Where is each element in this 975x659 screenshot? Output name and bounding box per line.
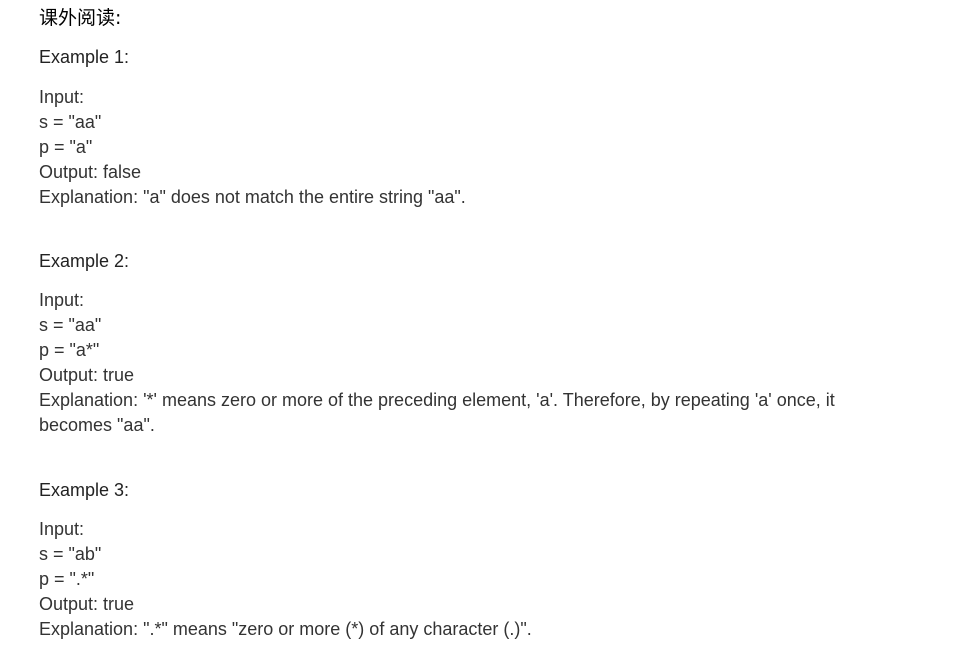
example-2-body: Input: s = "aa" p = "a*" Output: true Ex… xyxy=(39,288,899,438)
example-1-title: Example 1: xyxy=(39,47,130,67)
example-1-output-line: Output: false xyxy=(39,162,142,182)
example-2-output-line: Output: true xyxy=(39,365,135,385)
example-1-explanation-line: Explanation: "a" does not match the enti… xyxy=(39,187,466,207)
page-heading: 课外阅读: xyxy=(39,7,122,29)
example-1-body: Input: s = "aa" p = "a" Output: false Ex… xyxy=(39,85,899,210)
reading-page: 课外阅读: Example 1: Input: s = "aa" p = "a"… xyxy=(0,0,975,659)
example-2-title: Example 2: xyxy=(39,251,130,271)
example-3-output-line: Output: true xyxy=(39,594,135,614)
example-3-input-label: Input: xyxy=(39,519,85,539)
example-2-input-label: Input: xyxy=(39,290,85,310)
example-3-p-line: p = ".*" xyxy=(39,569,95,589)
example-2-p-line: p = "a*" xyxy=(39,340,100,360)
example-1-s-line: s = "aa" xyxy=(39,112,102,132)
example-2-explanation-line: Explanation: '*' means zero or more of t… xyxy=(39,390,840,435)
example-3-body: Input: s = "ab" p = ".*" Output: true Ex… xyxy=(39,517,899,642)
example-3-explanation-line: Explanation: ".*" means "zero or more (*… xyxy=(39,619,532,639)
example-3-title: Example 3: xyxy=(39,480,130,500)
example-1-p-line: p = "a" xyxy=(39,137,93,157)
example-2-s-line: s = "aa" xyxy=(39,315,102,335)
example-1-input-label: Input: xyxy=(39,87,85,107)
example-3-s-line: s = "ab" xyxy=(39,544,102,564)
